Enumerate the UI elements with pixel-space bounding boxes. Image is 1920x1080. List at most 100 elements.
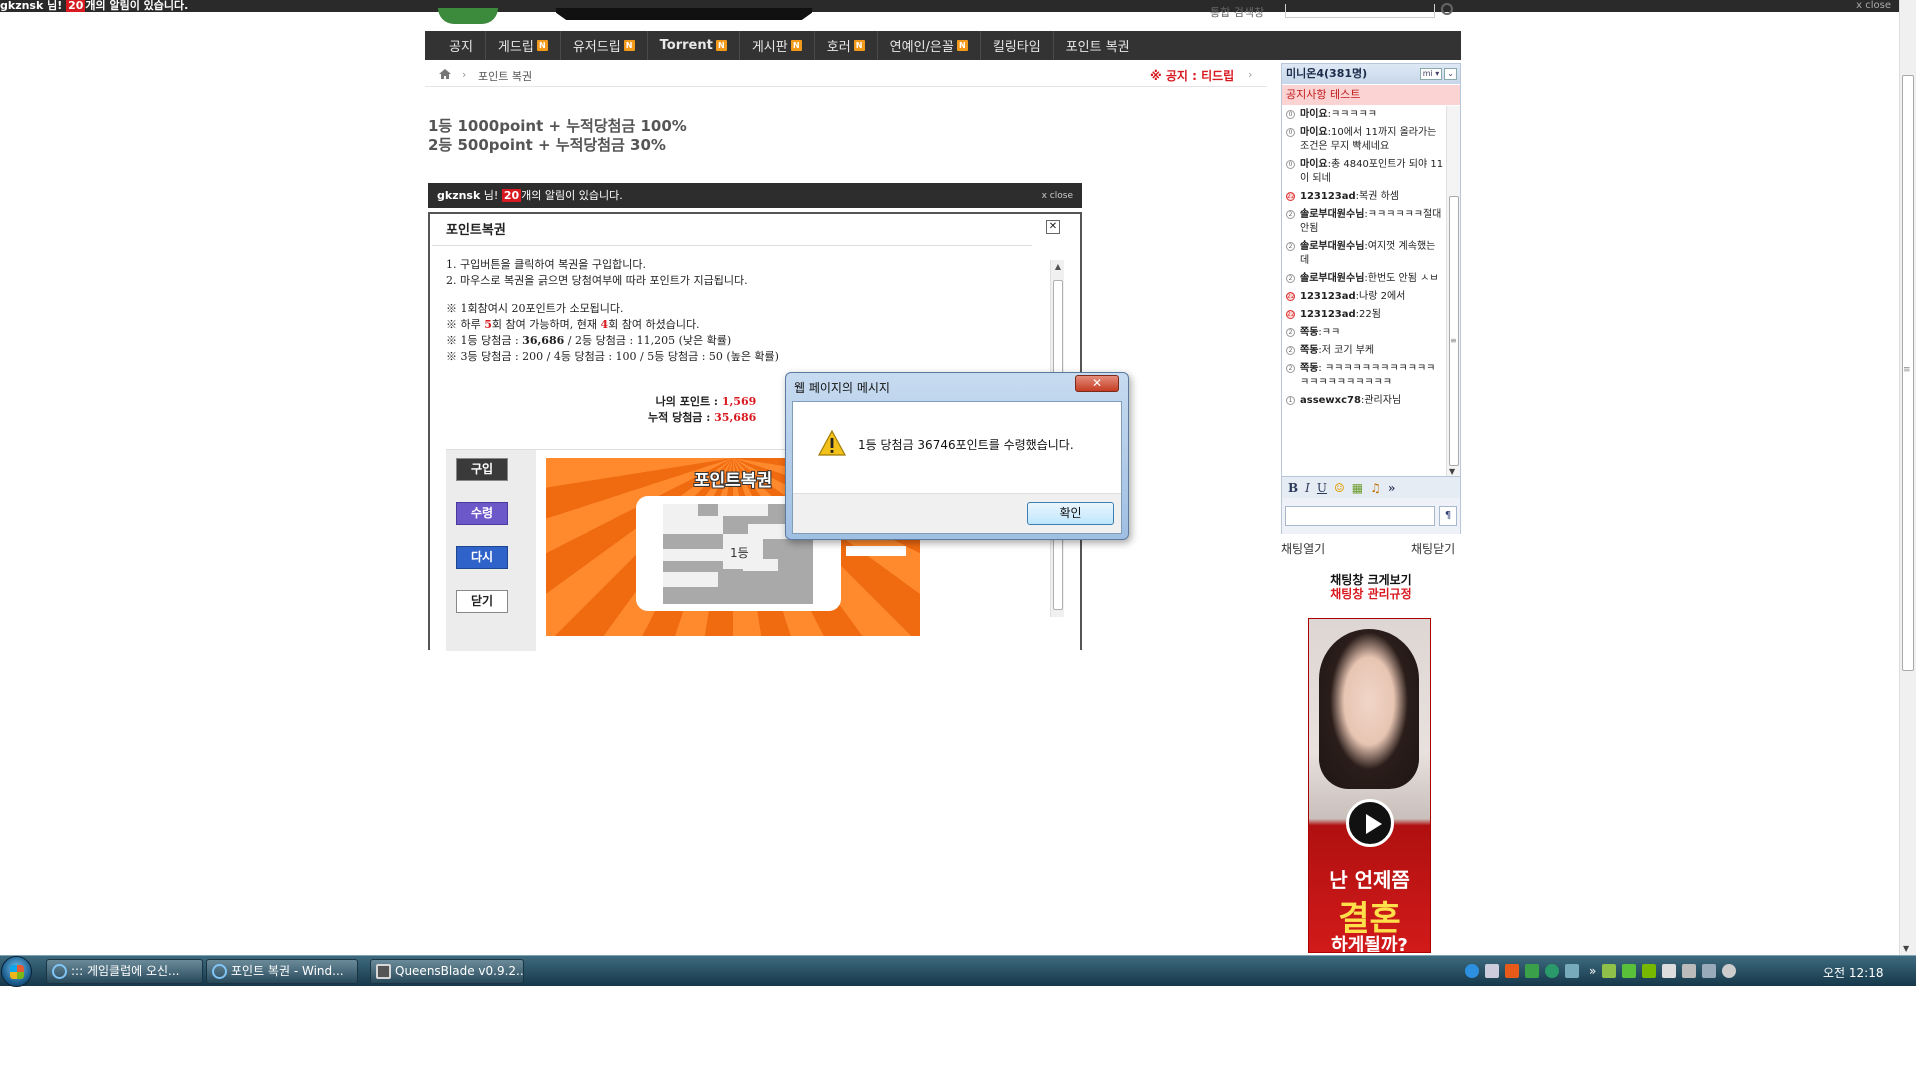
instruction-line: 1. 구입버튼을 클릭하여 복권을 구입합니다. (446, 258, 647, 271)
chat-username[interactable]: 솔로부대원수님 (1300, 209, 1364, 220)
bold-button[interactable]: B (1288, 481, 1298, 495)
receive-button[interactable]: 수령 (456, 502, 508, 525)
chat-username[interactable]: 솔로부대원수님 (1300, 241, 1364, 252)
dialog-footer: 확인 (793, 493, 1121, 533)
volume-icon[interactable] (1722, 964, 1737, 978)
chat-message-input[interactable] (1285, 506, 1435, 526)
dialog-close-button[interactable]: ✕ (1075, 375, 1119, 392)
taskbar-clock[interactable]: 오전 12:18 (1823, 964, 1883, 981)
rule-daily: ※ 하루 5회 참여 가능하며, 현재 4회 참여 하셨습니다. (446, 317, 1046, 333)
site-logo-text[interactable] (556, 8, 812, 20)
monitor-tray-icon[interactable] (1565, 964, 1579, 978)
nav-item-label: Torrent (659, 38, 713, 53)
chat-username[interactable]: 123123ad (1300, 191, 1356, 202)
music-icon[interactable]: ♫ (1370, 481, 1381, 495)
scrollbar-thumb[interactable] (1449, 196, 1459, 466)
nav-item-killing-time[interactable]: 킬링타임 (981, 31, 1054, 60)
w-tray-icon[interactable] (1545, 964, 1559, 978)
accumulated-label: 누적 당첨금 : (648, 411, 715, 424)
chat-message-text: :22됨 (1355, 309, 1381, 320)
chat-username[interactable]: 쪽동 (1300, 327, 1318, 338)
inner-notification-close-button[interactable]: x close (1042, 184, 1073, 209)
buy-button[interactable]: 구입 (456, 458, 508, 481)
nav-item-celebrity[interactable]: 연예인/은꼴 N (878, 31, 981, 60)
level-badge-icon: 22 (1286, 192, 1295, 201)
nav-item-game-drip[interactable]: 게드립 N (486, 31, 561, 60)
nvidia-tray-icon[interactable] (1642, 964, 1657, 978)
inner-notification-user: gkznsk (437, 189, 481, 202)
taskbar-item-browser-2[interactable]: 포인트 복권 - Wind... (206, 959, 358, 984)
chat-username[interactable]: 123123ad (1300, 291, 1356, 302)
notice-ticker-link[interactable]: ※ 공지 : 티드립 (1150, 67, 1234, 84)
rule-daily-count: 4 (600, 318, 609, 331)
chat-username[interactable]: 쪽동 (1300, 363, 1318, 374)
screen-tray-icon[interactable] (1525, 964, 1539, 978)
nav-item-user-drip[interactable]: 유저드립 N (561, 31, 648, 60)
home-icon[interactable] (439, 69, 451, 79)
rule-daily-limit: 5 (484, 318, 492, 331)
top-notification-close-button[interactable]: x close (1856, 0, 1891, 12)
chat-rules-link[interactable]: 채팅창 관리규정 (1281, 585, 1461, 602)
nav-item-notice[interactable]: 공지 (437, 31, 486, 60)
close-game-button[interactable]: 닫기 (456, 590, 508, 613)
breadcrumb-separator: › (462, 68, 467, 81)
italic-button[interactable]: I (1305, 481, 1310, 495)
taskbar-item-browser-1[interactable]: ::: 게임클럽에 오신... (46, 959, 203, 984)
window-tray-icon[interactable] (1485, 964, 1499, 978)
chat-scrollbar[interactable]: ≡ ▼ (1446, 106, 1460, 476)
chat-send-button[interactable]: ¶ (1439, 506, 1457, 526)
dialog-title: 웹 페이지의 메시지 (794, 381, 890, 395)
scroll-up-arrow-icon[interactable]: ▲ (1051, 260, 1065, 274)
inner-notification-message: 개의 알림이 있습니다. (521, 189, 623, 202)
nav-item-torrent[interactable]: Torrent N (648, 31, 740, 60)
chat-username[interactable]: assewxc78 (1300, 395, 1361, 406)
chat-close-link[interactable]: 채팅닫기 (1411, 540, 1455, 557)
chat-username[interactable]: 마이요 (1300, 109, 1328, 120)
chat-username[interactable]: 123123ad (1300, 309, 1356, 320)
inner-notification-suffix: 님! (480, 189, 502, 202)
page-scrollbar[interactable]: ≡ ▼ (1899, 0, 1916, 955)
emoticon-icon[interactable]: ☺ (1334, 481, 1345, 495)
network-icon[interactable] (1702, 964, 1717, 978)
chat-username[interactable]: 마이요 (1300, 127, 1328, 138)
nav-item-point-lottery[interactable]: 포인트 복권 (1054, 31, 1142, 60)
flag-tray-icon[interactable] (1662, 964, 1677, 978)
underline-button[interactable]: U (1317, 481, 1327, 495)
notice-next-arrow[interactable]: › (1248, 68, 1252, 81)
ok-button[interactable]: 확인 (1027, 502, 1114, 525)
kt-tray-icon[interactable] (1505, 964, 1519, 978)
pen-tray-icon[interactable] (1602, 964, 1617, 978)
site-logo-emblem[interactable] (438, 8, 498, 24)
ie-tray-icon[interactable] (1465, 964, 1479, 978)
taskbar-item-game[interactable]: QueensBlade v0.9.2... (370, 959, 524, 984)
tool-tray-icon[interactable] (1682, 964, 1697, 978)
ad-headline: 난 언제쯤 (1329, 868, 1410, 892)
play-icon[interactable] (1346, 799, 1394, 847)
inner-notification-bar: gkznsk 님! 20 개의 알림이 있습니다. x close (428, 183, 1082, 208)
color-palette-icon[interactable]: ▦ (1352, 481, 1363, 495)
start-button[interactable] (1, 956, 32, 987)
ad-banner[interactable]: 난 언제쯤 결혼 하게될까? (1308, 618, 1431, 953)
scroll-down-arrow-icon[interactable]: ▼ (1903, 944, 1909, 953)
my-points-label: 나의 포인트 : (655, 395, 722, 408)
v3-tray-icon[interactable] (1622, 964, 1637, 978)
chat-collapse-button[interactable]: ⌄ (1444, 68, 1457, 80)
lotto-close-button[interactable]: ✕ (1046, 220, 1060, 234)
level-badge-icon: 0 (1286, 160, 1295, 169)
again-button[interactable]: 다시 (456, 546, 508, 569)
search-icon[interactable] (1441, 3, 1453, 15)
tray-expand-icon[interactable]: » (1589, 964, 1596, 978)
chat-open-link[interactable]: 채팅열기 (1281, 540, 1325, 557)
chat-mode-dropdown[interactable]: mi ▾ (1419, 68, 1443, 80)
chat-username[interactable]: 마이요 (1300, 159, 1328, 170)
scroll-down-arrow-icon[interactable]: ▼ (1449, 467, 1455, 476)
nav-item-label: 포인트 복권 (1065, 40, 1130, 55)
chat-message: 0 마이요:총 4840포인트가 되야 11이 되네 (1282, 156, 1446, 188)
chat-username[interactable]: 솔로부대원수님 (1300, 273, 1364, 284)
search-input[interactable] (1285, 4, 1435, 18)
nav-item-horror[interactable]: 호러 N (815, 31, 878, 60)
chat-message-text: :복권 하셈 (1355, 191, 1400, 202)
chat-username[interactable]: 쪽동 (1300, 345, 1318, 356)
more-tools-button[interactable]: » (1388, 481, 1396, 495)
nav-item-board[interactable]: 게시판 N (740, 31, 815, 60)
